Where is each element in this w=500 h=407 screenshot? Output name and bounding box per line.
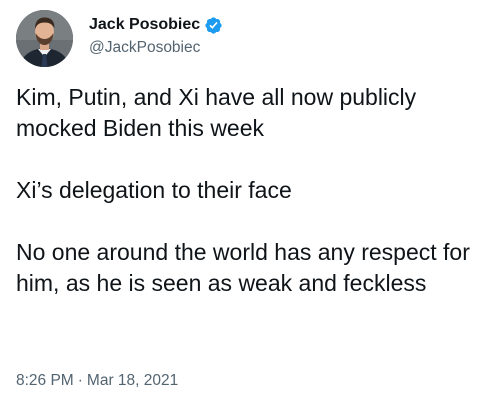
author-display-name[interactable]: Jack Posobiec [89,14,200,36]
tweet-time: 8:26 PM [16,372,74,389]
profile-photo-icon [16,10,73,67]
tweet-text: Kim, Putin, and Xi have all now publicly… [16,82,486,299]
author-name-row: Jack Posobiec [89,14,223,36]
author-handle[interactable]: @JackPosobiec [89,38,200,58]
tweet-paragraph: No one around the world has any respect … [16,239,470,296]
avatar[interactable] [16,10,73,67]
tweet-paragraph: Xi’s delegation to their face [16,177,292,203]
tweet-timestamp[interactable]: 8:26 PM · Mar 18, 2021 [16,371,178,391]
timestamp-separator: · [77,372,83,389]
tweet-paragraph: Kim, Putin, and Xi have all now publicly… [16,84,417,141]
tweet-date: Mar 18, 2021 [86,372,179,389]
verified-badge-icon [204,16,223,35]
tweet-card: Jack Posobiec @JackPosobiec Kim, Putin, … [0,0,500,407]
